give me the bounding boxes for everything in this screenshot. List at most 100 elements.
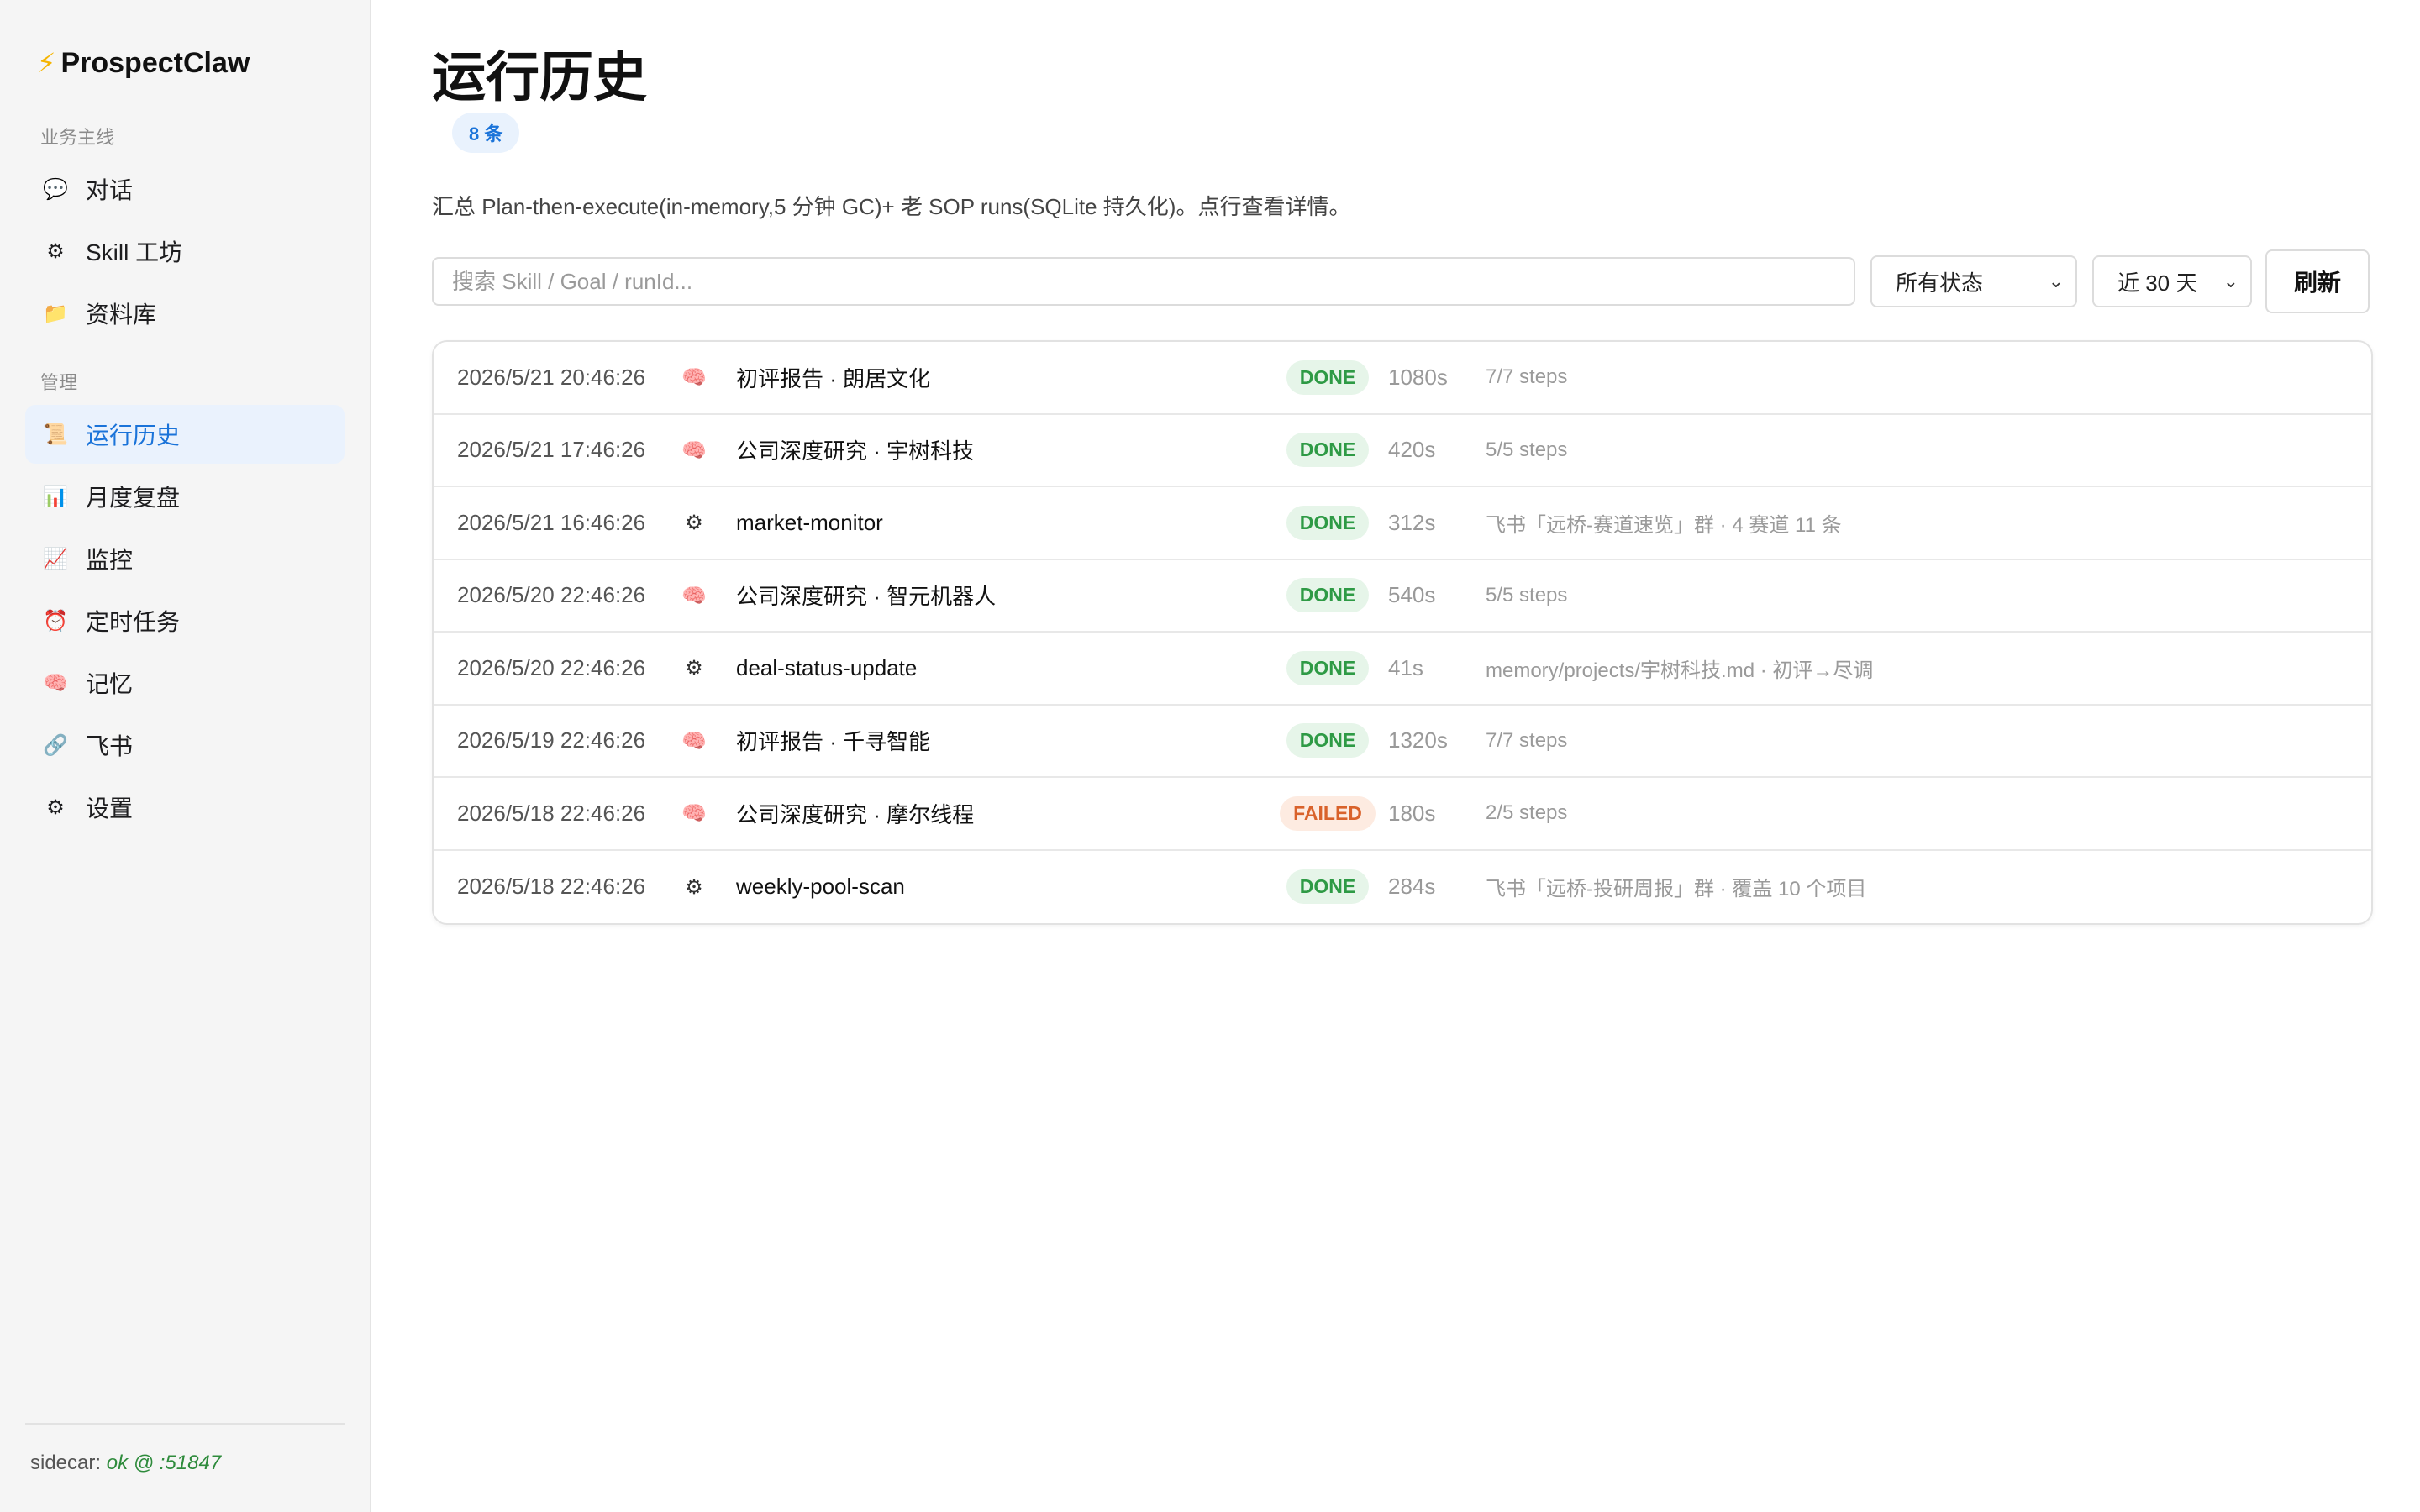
sidebar-item-label: 月度复盘 — [86, 485, 181, 511]
app-name: ProspectClaw — [60, 46, 250, 79]
sidebar-item-chat[interactable]: 💬 对话 — [25, 160, 345, 218]
run-status: DONE — [1277, 360, 1378, 395]
search-input[interactable] — [432, 257, 1855, 306]
status-badge: DONE — [1286, 578, 1370, 613]
run-note: 7/7 steps — [1486, 728, 1568, 752]
status-badge: DONE — [1286, 650, 1370, 685]
sidebar-item-skill-workshop[interactable]: ⚙ Skill 工坊 — [25, 222, 345, 281]
date-range-select[interactable]: 近 30 天 ⌄ — [2092, 255, 2252, 307]
run-status: DONE — [1277, 433, 1378, 468]
page-title: 运行历史 — [432, 47, 647, 108]
sidebar-item-feishu[interactable]: 🔗 飞书 — [25, 716, 345, 774]
sidebar-item-scheduled-tasks[interactable]: ⏰ 定时任务 — [25, 591, 345, 650]
run-time: 2026/5/21 17:46:26 — [457, 437, 646, 463]
table-row[interactable]: 2026/5/18 22:46:26 🧠 公司深度研究 · 摩尔线程 FAILED 18… — [434, 778, 2371, 851]
run-status: DONE — [1277, 723, 1378, 759]
app-brand[interactable]: ⚡ ProspectClaw — [25, 40, 345, 86]
gear-icon: ⚙ — [46, 239, 65, 263]
run-name: 初评报告 · 千寻智能 — [736, 729, 931, 755]
sidebar-item-label: 资料库 — [86, 302, 157, 328]
run-note: memory/projects/宇树科技.md · 初评→尽调 — [1486, 659, 1874, 682]
gear-icon: ⚙ — [685, 874, 703, 899]
sidebar-item-settings[interactable]: ⚙ 设置 — [25, 778, 345, 837]
status-badge: DONE — [1286, 505, 1370, 540]
sidecar-label: sidecar: — [30, 1452, 102, 1474]
status-badge: DONE — [1286, 723, 1370, 759]
main-content: 运行历史 8 条 汇总 Plan-then-execute(in-memory,… — [371, 0, 2420, 1512]
run-note: 7/7 steps — [1486, 365, 1568, 389]
run-time: 2026/5/21 16:46:26 — [457, 509, 646, 535]
table-row[interactable]: 2026/5/20 22:46:26 ⚙ deal-status-update DON… — [434, 633, 2371, 706]
status-filter-select[interactable]: 所有状态 ⌄ — [1870, 255, 2077, 307]
runs-table: 2026/5/21 20:46:26 🧠 初评报告 · 朗居文化 DONE 1080s 7… — [432, 340, 2373, 925]
run-name: 公司深度研究 · 摩尔线程 — [736, 801, 975, 827]
sidebar-item-label: 运行历史 — [86, 423, 181, 449]
sidebar-item-library[interactable]: 📁 资料库 — [25, 284, 345, 343]
sidecar-status-value: ok @ :51847 — [106, 1452, 222, 1474]
run-name: deal-status-update — [736, 654, 918, 680]
run-duration: 180s — [1388, 800, 1436, 826]
sidebar-item-label: 记忆 — [86, 671, 134, 697]
lightning-bolt-icon: ⚡ — [37, 48, 56, 78]
chevron-down-icon: ⌄ — [2048, 270, 2064, 292]
status-badge: FAILED — [1280, 795, 1376, 831]
run-status: DONE — [1277, 505, 1378, 540]
run-status: DONE — [1277, 869, 1378, 905]
table-row[interactable]: 2026/5/21 20:46:26 🧠 初评报告 · 朗居文化 DONE 1080s 7… — [434, 342, 2371, 415]
run-name: 公司深度研究 · 智元机器人 — [736, 584, 997, 610]
run-note: 飞书「远桥-赛道速览」群 · 4 赛道 11 条 — [1486, 513, 1842, 537]
status-badge: DONE — [1286, 433, 1370, 468]
run-duration: 1080s — [1388, 364, 1448, 390]
chevron-down-icon: ⌄ — [2223, 270, 2238, 292]
run-name: 初评报告 · 朗居文化 — [736, 365, 931, 391]
sidebar-item-run-history[interactable]: 📜 运行历史 — [25, 405, 345, 464]
run-status: DONE — [1277, 578, 1378, 613]
link-icon: 🔗 — [43, 733, 68, 757]
sidebar-item-memory[interactable]: 🧠 记忆 — [25, 654, 345, 712]
table-row[interactable]: 2026/5/19 22:46:26 🧠 初评报告 · 千寻智能 DONE 1320s 7… — [434, 706, 2371, 778]
gear-icon: ⚙ — [46, 795, 65, 819]
brain-icon: 🧠 — [681, 438, 707, 462]
section-label-admin: 管理 — [40, 372, 78, 393]
refresh-button[interactable]: 刷新 — [2265, 249, 2370, 313]
gear-icon: ⚙ — [685, 511, 703, 535]
run-name: 公司深度研究 · 宇树科技 — [736, 438, 975, 465]
run-time: 2026/5/20 22:46:26 — [457, 582, 646, 608]
sidecar-status: sidecar: ok @ :51847 — [25, 1423, 345, 1512]
filter-toolbar: 所有状态 ⌄ 近 30 天 ⌄ 刷新 — [432, 249, 2390, 313]
table-row[interactable]: 2026/5/18 22:46:26 ⚙ weekly-pool-scan DONE 2… — [434, 851, 2371, 924]
scroll-icon: 📜 — [43, 423, 68, 446]
date-range-value: 近 30 天 — [2118, 270, 2198, 296]
sidebar-item-monitor[interactable]: 📈 监控 — [25, 529, 345, 588]
sidebar: ⚡ ProspectClaw 业务主线 💬 对话 ⚙ Skill 工坊 📁 资料… — [0, 0, 371, 1512]
alarm-clock-icon: ⏰ — [43, 609, 68, 633]
sidebar-item-label: 设置 — [86, 795, 134, 822]
status-badge: DONE — [1286, 869, 1370, 905]
run-note: 飞书「远桥-投研周报」群 · 覆盖 10 个项目 — [1486, 878, 1867, 901]
sidebar-item-monthly-review[interactable]: 📊 月度复盘 — [25, 467, 345, 526]
status-badge: DONE — [1286, 360, 1370, 395]
brain-icon: 🧠 — [681, 728, 707, 753]
sidebar-item-label: Skill 工坊 — [86, 239, 183, 265]
status-filter-value: 所有状态 — [1896, 270, 1984, 296]
trend-chart-icon: 📈 — [43, 547, 68, 570]
run-status: DONE — [1277, 650, 1378, 685]
table-row[interactable]: 2026/5/20 22:46:26 🧠 公司深度研究 · 智元机器人 DONE 540… — [434, 560, 2371, 633]
run-time: 2026/5/18 22:46:26 — [457, 800, 646, 826]
brain-icon: 🧠 — [681, 365, 707, 390]
run-time: 2026/5/19 22:46:26 — [457, 727, 646, 753]
sidebar-item-label: 定时任务 — [86, 609, 181, 635]
brain-icon: 🧠 — [681, 801, 707, 826]
run-time: 2026/5/18 22:46:26 — [457, 874, 646, 900]
admin-nav: 📜 运行历史 📊 月度复盘 📈 监控 ⏰ 定时任务 🧠 记忆 🔗 飞书 ⚙ 设置 — [25, 405, 345, 837]
count-badge: 8 条 — [452, 113, 520, 153]
brain-icon: 🧠 — [681, 583, 707, 607]
run-duration: 41s — [1388, 654, 1423, 680]
folder-icon: 📁 — [43, 302, 68, 325]
table-row[interactable]: 2026/5/21 16:46:26 ⚙ market-monitor DONE 312… — [434, 487, 2371, 560]
brain-icon: 🧠 — [43, 671, 68, 695]
sidebar-item-label: 监控 — [86, 547, 134, 573]
table-row[interactable]: 2026/5/21 17:46:26 🧠 公司深度研究 · 宇树科技 DONE 420s… — [434, 415, 2371, 487]
run-note: 5/5 steps — [1486, 438, 1568, 461]
run-duration: 1320s — [1388, 727, 1448, 753]
